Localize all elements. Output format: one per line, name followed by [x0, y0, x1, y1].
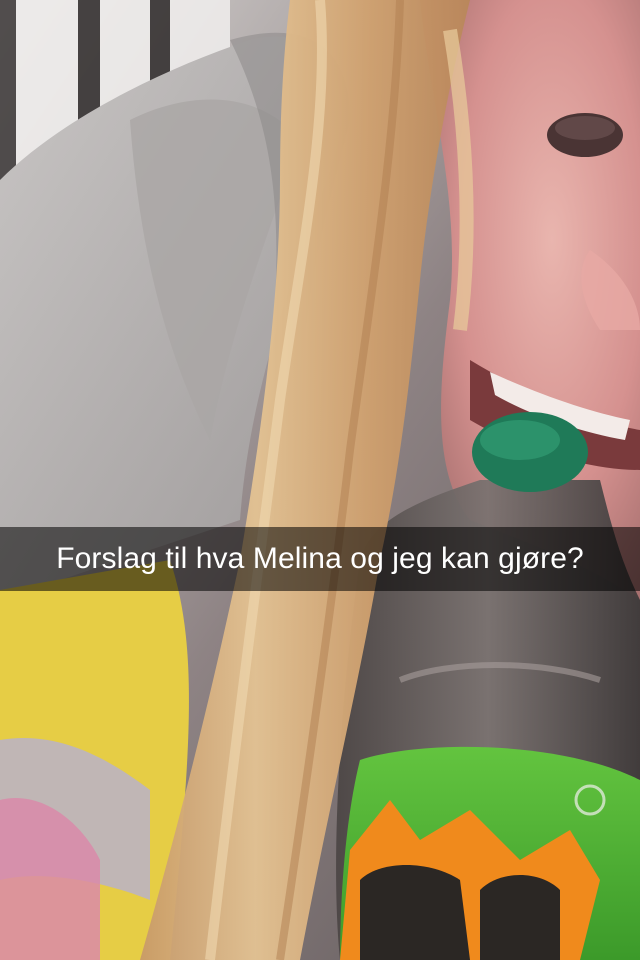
selfie-photo: [0, 0, 640, 960]
caption-text: Forslag til hva Melina og jeg kan gjøre?: [56, 542, 584, 575]
snap-photo-view: Forslag til hva Melina og jeg kan gjøre?: [0, 0, 640, 960]
caption-bar: Forslag til hva Melina og jeg kan gjøre?: [0, 527, 640, 591]
